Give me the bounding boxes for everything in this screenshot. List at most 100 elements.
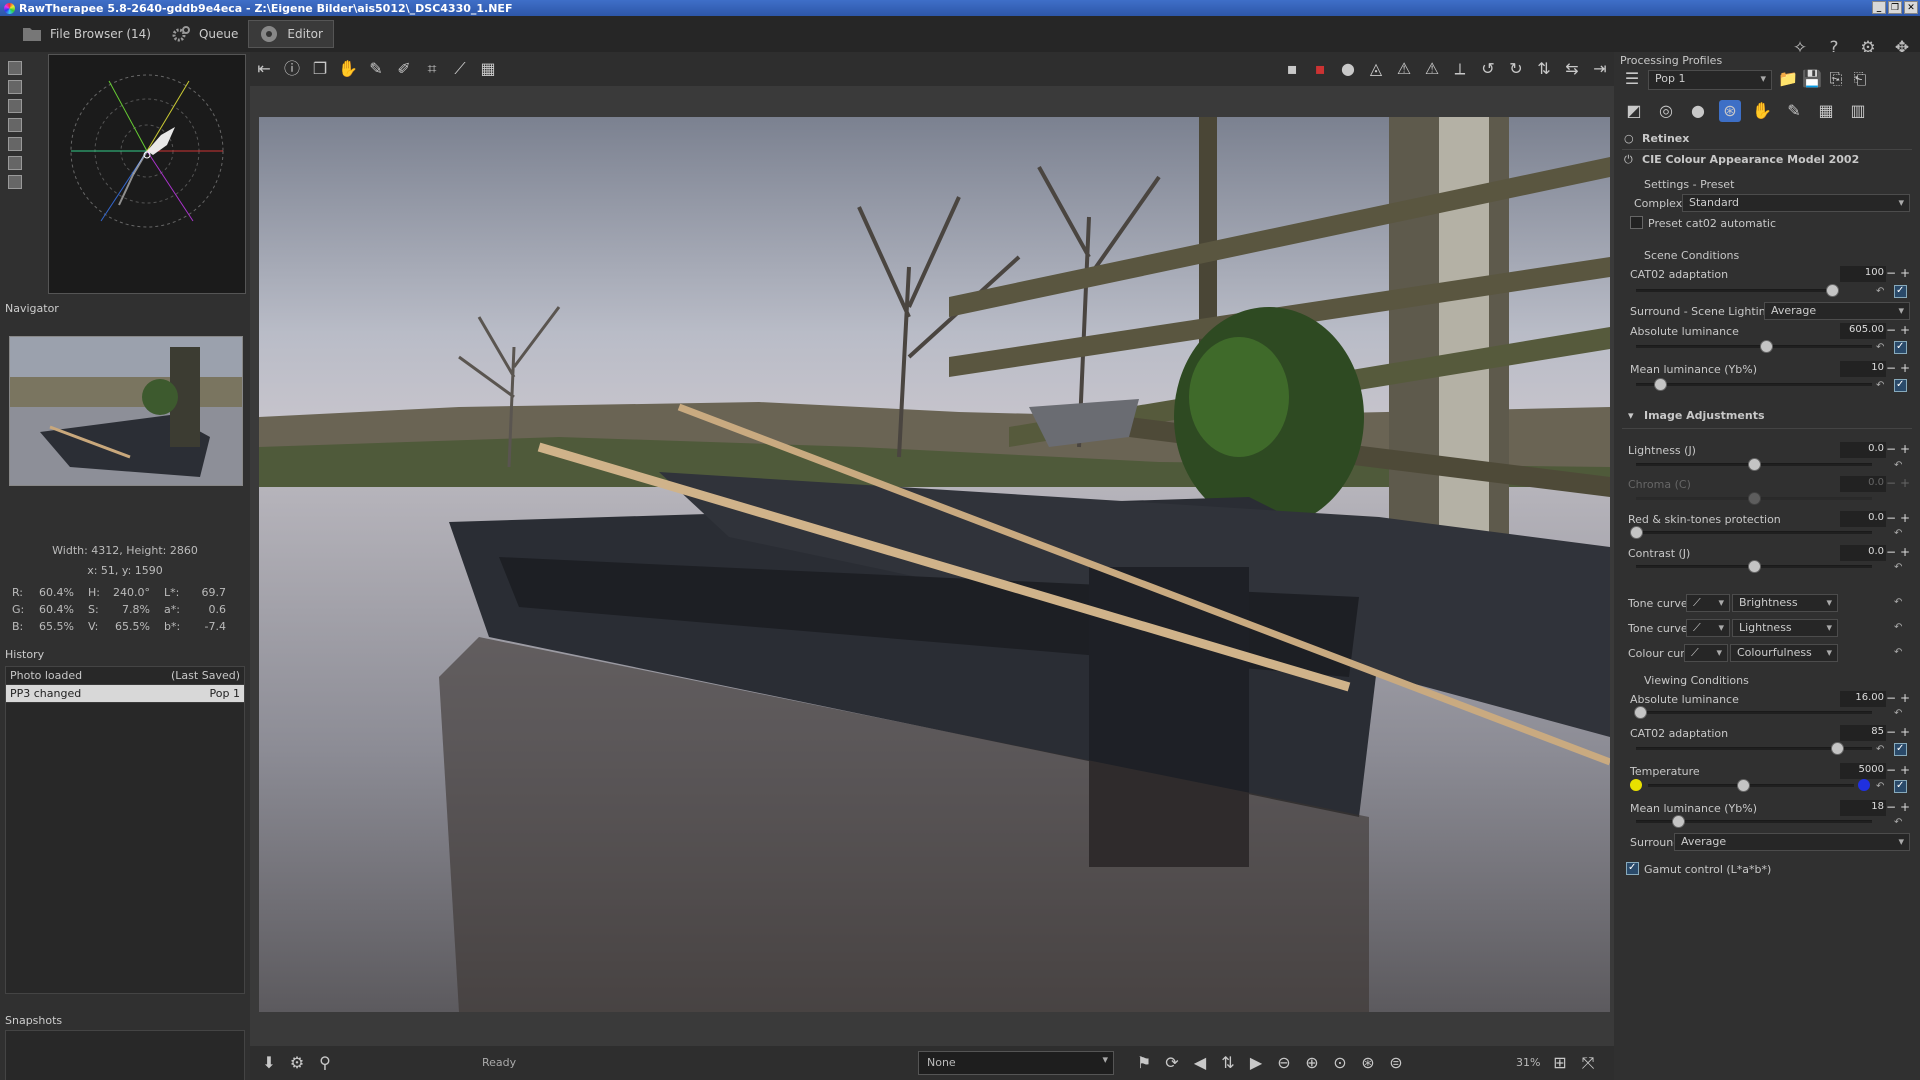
reset-icon[interactable]: ↶: [1894, 562, 1906, 574]
hide-right-panel-icon[interactable]: ⇥: [1589, 58, 1611, 80]
hand-tool-icon[interactable]: ✋: [337, 58, 359, 80]
v-cat02-slider[interactable]: [1636, 742, 1872, 756]
shadow-clipping-icon[interactable]: ◬: [1365, 58, 1387, 80]
v-abs-lum-stepper[interactable]: − +: [1886, 691, 1910, 705]
zoom-100-icon[interactable]: ⊜: [1385, 1052, 1407, 1074]
reset-icon[interactable]: ↶: [1894, 460, 1906, 472]
straighten-icon[interactable]: ⟋: [449, 58, 471, 80]
exposure-tab-icon[interactable]: ◩: [1623, 100, 1645, 122]
channel-preview-icon[interactable]: ▪: [1309, 58, 1331, 80]
ciecam-title[interactable]: CIE Colour Appearance Model 2002: [1642, 153, 1859, 166]
queue-add-icon[interactable]: ⚙: [286, 1052, 308, 1074]
tab-queue[interactable]: Queue: [161, 20, 248, 48]
reset-icon[interactable]: ↶: [1894, 817, 1906, 829]
transform-tab-icon[interactable]: ✎: [1783, 100, 1805, 122]
before-after-icon[interactable]: ❐: [309, 58, 331, 80]
temperature-slider[interactable]: [1648, 779, 1854, 793]
hide-left-panel-icon[interactable]: ⇤: [253, 58, 275, 80]
slider-knob[interactable]: [1736, 779, 1750, 792]
slider-knob[interactable]: [1748, 458, 1761, 471]
temperature-auto-checkbox[interactable]: [1894, 780, 1907, 793]
load-profile-icon[interactable]: 📁: [1777, 68, 1799, 90]
paste-profile-icon[interactable]: ⎗: [1849, 68, 1871, 90]
retinex-title[interactable]: Retinex: [1642, 132, 1689, 145]
perspective-icon[interactable]: ▦: [477, 58, 499, 80]
color-picker-icon[interactable]: ✐: [393, 58, 415, 80]
colour-curve-button[interactable]: ⟋: [1684, 644, 1728, 662]
profile-list-icon[interactable]: ☰: [1621, 68, 1643, 90]
colour-curve-mode[interactable]: Colourfulness: [1730, 644, 1838, 662]
color-tab-icon[interactable]: ●: [1687, 100, 1709, 122]
grid-toggle-icon[interactable]: [8, 156, 22, 170]
surround-combo[interactable]: Average: [1674, 833, 1910, 851]
gamut-control-checkbox[interactable]: [1626, 862, 1639, 875]
abs-lum-slider[interactable]: [1636, 340, 1872, 354]
zoom-fit-crop-icon[interactable]: ⊛: [1357, 1052, 1379, 1074]
waveform-icon[interactable]: [8, 99, 22, 113]
slider-knob[interactable]: [1830, 742, 1844, 755]
profile-combo[interactable]: Pop 1: [1648, 70, 1772, 90]
temperature-value[interactable]: 5000: [1840, 763, 1886, 779]
tab-file-browser[interactable]: File Browser (14): [12, 20, 161, 48]
contrast-slider[interactable]: [1636, 560, 1872, 574]
abs-lum-stepper[interactable]: − +: [1886, 323, 1910, 337]
mean-lum-auto-checkbox[interactable]: [1894, 379, 1907, 392]
reset-icon[interactable]: ↶: [1894, 647, 1906, 659]
vectorscope-hc-icon[interactable]: [8, 118, 22, 132]
zoom-out-icon[interactable]: ⊖: [1273, 1052, 1295, 1074]
rotate-right-icon[interactable]: ↻: [1505, 58, 1527, 80]
tone-curve-2-button[interactable]: ⟋: [1686, 619, 1730, 637]
reset-icon[interactable]: ↶: [1894, 528, 1906, 540]
save-icon[interactable]: ⬇: [258, 1052, 280, 1074]
zoom-in-icon[interactable]: ⊕: [1301, 1052, 1323, 1074]
raw-tab-icon[interactable]: ▦: [1815, 100, 1837, 122]
previous-image-icon[interactable]: ◀: [1189, 1052, 1211, 1074]
cat02-auto-checkbox[interactable]: [1894, 285, 1907, 298]
retinex-toggle-icon[interactable]: ○: [1624, 132, 1634, 145]
slider-knob[interactable]: [1634, 706, 1647, 719]
reset-icon[interactable]: ↶: [1876, 342, 1888, 354]
reset-icon[interactable]: ↶: [1894, 597, 1906, 609]
reset-icon[interactable]: ↶: [1876, 744, 1888, 756]
rotate-left-icon[interactable]: ↺: [1477, 58, 1499, 80]
lightness-value[interactable]: 0.0: [1840, 442, 1886, 458]
mean-lum-stepper[interactable]: − +: [1886, 361, 1910, 375]
v-cat02-auto-checkbox[interactable]: [1894, 743, 1907, 756]
sync-icon[interactable]: ⟳: [1161, 1052, 1183, 1074]
crop-icon[interactable]: ⌗: [421, 58, 443, 80]
abs-lum-value[interactable]: 605.00: [1840, 323, 1886, 339]
zoom-fit-icon[interactable]: ⊙: [1329, 1052, 1351, 1074]
fullscreen-toggle-icon[interactable]: ⤧: [1577, 1052, 1599, 1074]
lightness-slider[interactable]: [1636, 458, 1872, 472]
v-mean-lum-value[interactable]: 18: [1840, 800, 1886, 816]
slider-knob[interactable]: [1759, 340, 1773, 353]
tone-curve-1-button[interactable]: ⟋: [1686, 594, 1730, 612]
mean-lum-slider[interactable]: [1636, 378, 1872, 392]
scope-options-icon[interactable]: [8, 175, 22, 189]
histogram-type-icon[interactable]: [8, 61, 22, 75]
slider-knob[interactable]: [1826, 284, 1839, 297]
flag-icon[interactable]: ⚑: [1133, 1052, 1155, 1074]
image-viewer[interactable]: [250, 86, 1614, 1051]
advanced-tab-icon[interactable]: ⊛: [1719, 100, 1741, 122]
details-tab-icon[interactable]: ◎: [1655, 100, 1677, 122]
reset-icon[interactable]: ↶: [1876, 781, 1888, 793]
v-mean-lum-slider[interactable]: [1636, 815, 1872, 829]
external-editor-icon[interactable]: ⚲: [314, 1052, 336, 1074]
red-skin-slider[interactable]: [1630, 526, 1872, 540]
tab-editor[interactable]: Editor: [248, 20, 334, 48]
v-cat02-value[interactable]: 85: [1840, 725, 1886, 741]
slider-knob[interactable]: [1748, 560, 1761, 573]
meta-tab-icon[interactable]: ▥: [1847, 100, 1869, 122]
tone-curve-2-mode[interactable]: Lightness: [1732, 619, 1838, 637]
close-button[interactable]: ✕: [1904, 1, 1918, 14]
local-tab-icon[interactable]: ✋: [1751, 100, 1773, 122]
reset-icon[interactable]: ↶: [1876, 380, 1888, 392]
white-balance-picker-icon[interactable]: ✎: [365, 58, 387, 80]
info-icon[interactable]: ⓘ: [281, 58, 303, 80]
navigator-thumbnail[interactable]: [9, 336, 243, 486]
flip-horizontal-icon[interactable]: ⇆: [1561, 58, 1583, 80]
cat02-value[interactable]: 100: [1840, 266, 1886, 282]
slider-knob[interactable]: [1630, 526, 1643, 539]
save-profile-icon[interactable]: 💾: [1801, 68, 1823, 90]
